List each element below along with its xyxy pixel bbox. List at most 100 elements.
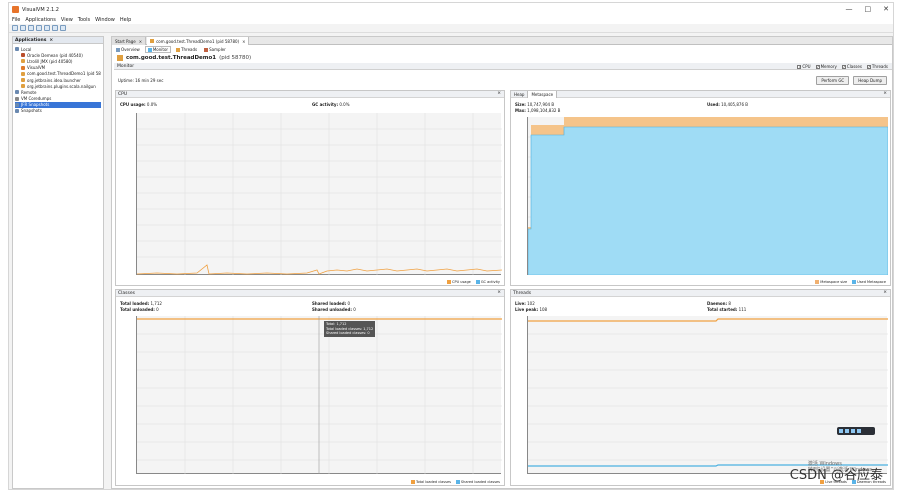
legend-gc-activity: GC activity [475,280,500,284]
tab-overview[interactable]: Overview [114,46,142,53]
tree-item[interactable]: org.jetbrains.plugins.scala.nailgun [15,83,101,89]
tab-threads[interactable]: Threads [174,46,199,53]
legend-shared-loaded-label: Shared loaded classes [460,480,500,484]
cpu-card-title: CPU [118,91,128,97]
perform-gc-button[interactable]: Perform GC [816,76,850,85]
legend-total-loaded: Total loaded classes [411,480,451,484]
metaspace-used-stat: Used: 10,405,876 B [707,102,748,107]
legend-swatch [852,280,857,284]
legend-swatch [455,480,460,484]
add-remote-host-icon[interactable] [28,25,34,31]
monitor-actions: Perform GC Heap Dump [816,76,887,85]
memory-card: Heap Metaspace × Size: 10,747,904 B Used… [510,90,891,286]
threads-card: Threads × Live: 102 Daemon: 8 Live peak: … [510,289,891,486]
threads-checkbox-label: Threads [871,64,888,69]
menu-file[interactable]: File [12,17,20,23]
total-started-stat: Total started: 111 [707,307,746,312]
close-icon[interactable]: × [883,91,887,96]
legend-swatch [815,280,820,284]
cpu-checkbox[interactable]: ✓ CPU [797,64,811,69]
total-unloaded-value: 0 [156,307,159,312]
cpu-legend: CPU usage GC activity [447,280,500,284]
total-loaded-value: 1,712 [150,301,162,306]
close-button[interactable]: ✕ [883,5,889,13]
floating-toolbar[interactable] [837,427,875,435]
close-icon[interactable]: × [497,290,501,295]
tree-item-label: org.jetbrains.idea.launcher [27,77,81,83]
close-icon[interactable]: × [139,39,142,44]
tab-threaddemo-label: com.good.test.ThreadDemo1 (pid 58780) [156,38,240,44]
minimize-button[interactable]: — [846,5,853,13]
threads-chart-svg [528,318,888,467]
toolbar [9,24,893,33]
document-tabs: Start Page × com.good.test.ThreadDemo1 (p… [112,37,892,45]
close-icon[interactable]: × [883,290,887,295]
classes-checkbox[interactable]: ✓ Classes [841,64,862,69]
tab-monitor-label: Monitor [152,47,169,52]
threads-gridlines [528,333,888,461]
memory-checkbox[interactable]: ✓ Memory [815,64,837,69]
close-icon[interactable]: × [497,91,501,96]
monitor-section-title: Monitor [117,63,135,69]
memory-legend: Metaspace size Used Metaspace [815,280,886,284]
close-icon[interactable]: × [242,39,245,44]
menu-tools[interactable]: Tools [78,17,90,23]
metaspace-max-label: Max: [515,108,526,113]
close-icon[interactable]: × [49,38,53,43]
shared-unloaded-value: 0 [353,307,356,312]
monitor-icon [147,47,152,52]
legend-cpu-usage: CPU usage [447,280,471,284]
cpu-usage-stat: CPU usage: 0.0% [120,102,157,107]
tree-node-icon [15,96,19,101]
tree-item-label: com.good.test.ThreadDemo1 (pid 5878 [27,71,101,77]
gc-activity-value: 0.0% [339,102,350,107]
applications-tree: Local Oracle Demean (pid 40540) Ltrolill J… [13,44,103,116]
cpu-checkbox-label: CPU [802,64,811,69]
classes-chart-svg [137,316,502,474]
toolbar-icon [845,429,849,433]
overview-icon [116,47,120,52]
checkbox-check-icon: ✓ [797,64,802,69]
memory-tabs: Heap Metaspace [511,90,558,98]
menu-view[interactable]: View [61,17,73,23]
menu-window[interactable]: Window [95,17,115,23]
tree-node-icon [21,59,25,64]
add-coredump-icon[interactable] [44,25,50,31]
add-jmx-connection-icon[interactable] [36,25,42,31]
window-controls: — □ ✕ [846,5,890,13]
sampler-icon [204,47,209,52]
daemon-threads-label: Daemon: [707,301,728,306]
daemon-threads-stat: Daemon: 8 [707,301,731,306]
java-app-icon [117,55,123,61]
tree-item[interactable]: Snapshots [15,108,101,114]
menu-help[interactable]: Help [120,17,131,23]
maximize-button[interactable]: □ [865,5,872,13]
classes-card-title: Classes [118,290,135,296]
threads-checkbox[interactable]: ✓ Threads [866,64,888,69]
compare-icon[interactable] [60,25,66,31]
total-unloaded-label: Total unloaded: [120,307,155,312]
legend-swatch [475,280,480,284]
tab-monitor[interactable]: Monitor [144,46,172,53]
load-snapshot-icon[interactable] [52,25,58,31]
save-icon[interactable] [20,25,26,31]
tree-item[interactable]: com.good.test.ThreadDemo1 (pid 5878 [15,71,101,77]
applications-panel: Applications × Local Oracle Demean (pid 4… [12,36,104,489]
menu-bar: File Applications View Tools Window Help [9,16,893,24]
classes-gridlines [137,316,502,474]
heap-dump-button[interactable]: Heap Dump [853,76,887,85]
legend-total-loaded-label: Total loaded classes [416,480,451,484]
menu-applications[interactable]: Applications [25,17,56,23]
tab-sampler-label: Sampler [209,47,226,52]
tab-heap[interactable]: Heap [511,90,529,98]
app-name: com.good.test.ThreadDemo1 [126,55,217,61]
metaspace-used-label: Used: [707,102,720,107]
classes-card-header: Classes × [116,290,504,297]
tab-start-page[interactable]: Start Page × [112,37,147,45]
tab-metaspace[interactable]: Metaspace [528,90,558,98]
tab-sampler[interactable]: Sampler [202,46,228,53]
tab-threaddemo[interactable]: com.good.test.ThreadDemo1 (pid 58780) × [147,37,250,45]
csdn-watermark: CSDN @谷应泰 [789,468,883,483]
checkbox-check-icon: ✓ [866,64,871,69]
open-icon[interactable] [12,25,18,31]
